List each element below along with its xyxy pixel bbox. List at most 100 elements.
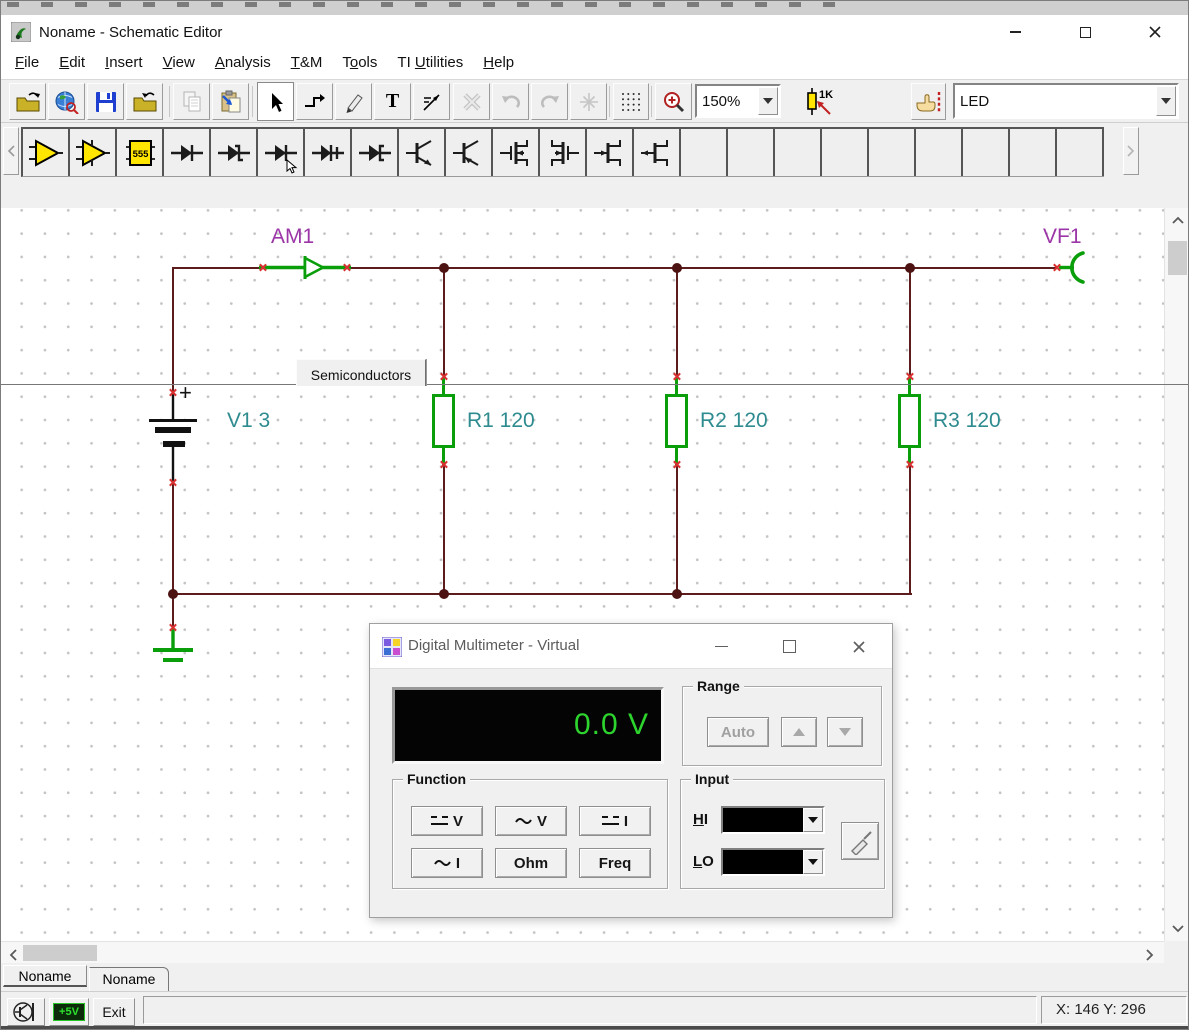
vertical-scroll-thumb[interactable]	[1168, 241, 1187, 275]
resistor-label[interactable]: R3 120	[933, 409, 1001, 433]
input-lo-dropdown-arrow[interactable]	[803, 850, 823, 874]
range-down-button[interactable]	[827, 717, 863, 747]
multimeter-maximize-button[interactable]	[774, 624, 804, 669]
palette-diode[interactable]	[164, 129, 211, 176]
zoom-level-input[interactable]	[697, 86, 757, 116]
scroll-right-icon[interactable]	[1146, 949, 1154, 961]
horizontal-scroll-thumb[interactable]	[23, 945, 97, 961]
palette-njfet-transistor[interactable]	[587, 129, 634, 176]
palette-npn-transistor[interactable]	[399, 129, 446, 176]
minimize-button[interactable]	[980, 15, 1050, 49]
maximize-button[interactable]	[1050, 15, 1120, 49]
function-ohm-button[interactable]: Ohm	[495, 848, 567, 878]
palette-nmos-transistor[interactable]	[493, 129, 540, 176]
function-dc-voltage-button[interactable]: V	[411, 806, 483, 836]
palette-scroll-right[interactable]	[1123, 127, 1139, 175]
voltage-probe-symbol[interactable]	[1059, 250, 1093, 286]
palette-pmos-transistor[interactable]	[540, 129, 587, 176]
scroll-up-icon[interactable]	[1172, 216, 1184, 224]
resistor-label[interactable]: R1 120	[467, 409, 535, 433]
zoom-level-combo[interactable]	[695, 84, 781, 118]
palette-tunnel-diode[interactable]	[352, 129, 399, 176]
wire-segment[interactable]	[909, 268, 911, 376]
range-auto-button[interactable]: Auto	[707, 717, 769, 747]
close-button[interactable]	[1120, 15, 1189, 49]
battery-label[interactable]: V1 3	[227, 409, 270, 433]
resistor-symbol[interactable]	[432, 394, 455, 448]
scroll-down-icon[interactable]	[1172, 925, 1184, 933]
menu-ti-utilities[interactable]: TI Utilities	[387, 49, 473, 79]
wire-segment[interactable]	[443, 268, 445, 376]
power-5v-button[interactable]: +5V	[49, 998, 89, 1026]
function-freq-button[interactable]: Freq	[579, 848, 651, 878]
palette-pjfet-transistor[interactable]	[634, 129, 681, 176]
scroll-left-icon[interactable]	[9, 949, 17, 961]
multimeter-dialog[interactable]: Digital Multimeter - Virtual 0.0 V Range…	[369, 623, 893, 918]
horizontal-scrollbar[interactable]	[1, 941, 1164, 963]
zoom-button[interactable]	[655, 83, 692, 120]
text-tool-button[interactable]: T	[374, 83, 411, 120]
reopen-file-button[interactable]	[126, 83, 163, 120]
pencil-tool-button[interactable]	[335, 83, 372, 120]
wire-segment[interactable]	[172, 267, 174, 393]
multimeter-title-bar[interactable]: Digital Multimeter - Virtual	[370, 624, 892, 669]
zoom-dropdown-arrow[interactable]	[758, 87, 778, 115]
function-ac-voltage-button[interactable]: V	[495, 806, 567, 836]
menu-insert[interactable]: Insert	[95, 49, 153, 79]
palette-pnp-transistor[interactable]	[446, 129, 493, 176]
delete-button-disabled[interactable]	[453, 83, 490, 120]
wire-segment[interactable]	[346, 267, 1058, 269]
wire-segment[interactable]	[676, 466, 678, 594]
multimeter-minimize-button[interactable]	[706, 624, 736, 669]
point-tool-button-disabled[interactable]	[570, 83, 607, 120]
menu-analysis[interactable]: Analysis	[205, 49, 281, 79]
redo-button-disabled[interactable]	[531, 83, 568, 120]
open-file-button[interactable]	[9, 83, 46, 120]
ground-symbol[interactable]	[151, 629, 195, 665]
menu-view[interactable]: View	[153, 49, 205, 79]
exit-button[interactable]: Exit	[93, 998, 135, 1026]
vertical-scrollbar[interactable]	[1164, 208, 1189, 941]
select-tool-button[interactable]	[257, 82, 294, 121]
resistor-symbol[interactable]	[665, 394, 688, 448]
dimension-tool-button[interactable]	[413, 83, 450, 120]
sheet-tab-noname-1[interactable]: Noname	[3, 965, 87, 987]
function-ac-current-button[interactable]: I	[411, 848, 483, 878]
paste-button[interactable]	[212, 83, 249, 120]
function-dc-current-button[interactable]: I	[579, 806, 651, 836]
component-combo-dropdown-arrow[interactable]	[1156, 86, 1176, 116]
last-component-button[interactable]: 1K	[798, 83, 842, 120]
copy-button-disabled[interactable]	[173, 83, 210, 120]
ammeter-label[interactable]: AM1	[271, 225, 314, 249]
wire-tool-button[interactable]	[296, 83, 333, 120]
menu-tools[interactable]: Tools	[332, 49, 387, 79]
ammeter-symbol[interactable]	[259, 253, 351, 283]
component-search-input[interactable]	[955, 85, 1153, 117]
multimeter-close-button[interactable]	[844, 624, 874, 669]
save-button[interactable]	[87, 83, 124, 120]
open-web-button[interactable]	[48, 83, 85, 120]
resistor-symbol[interactable]	[898, 394, 921, 448]
wire-segment[interactable]	[172, 593, 912, 595]
macro-mode-button[interactable]	[7, 998, 45, 1026]
wire-segment[interactable]	[909, 466, 911, 594]
sheet-tab-noname-2[interactable]: Noname	[89, 967, 169, 991]
palette-timer-555[interactable]: 555	[117, 129, 164, 176]
grid-toggle-button[interactable]	[613, 83, 649, 120]
palette-zener-diode[interactable]	[258, 129, 305, 176]
wire-segment[interactable]	[676, 268, 678, 376]
palette-scroll-left[interactable]	[3, 127, 19, 175]
palette-schottky-diode[interactable]	[211, 129, 258, 176]
component-search-combo[interactable]	[953, 83, 1179, 119]
find-component-button[interactable]	[911, 83, 946, 120]
menu-file[interactable]: File	[5, 49, 49, 79]
input-hi-combo[interactable]	[721, 806, 825, 834]
range-up-button[interactable]	[781, 717, 817, 747]
probe-label[interactable]: VF1	[1043, 225, 1082, 249]
probe-button[interactable]	[841, 822, 879, 860]
palette-varactor-diode[interactable]	[305, 129, 352, 176]
input-lo-combo[interactable]	[721, 848, 825, 876]
tab-semiconductors[interactable]: Semiconductors	[296, 359, 426, 386]
menu-help[interactable]: Help	[473, 49, 524, 79]
palette-opamp-macro[interactable]	[70, 129, 117, 176]
